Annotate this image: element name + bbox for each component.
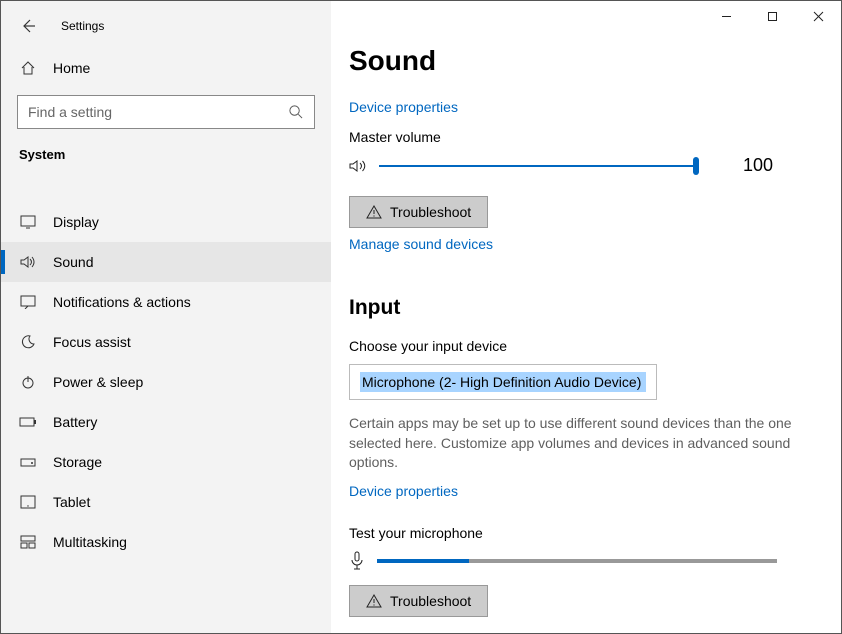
speaker-icon	[349, 158, 371, 174]
category-header: System	[1, 147, 331, 174]
sidebar-item-label: Display	[53, 214, 99, 230]
microphone-test-row	[349, 551, 805, 571]
display-icon	[19, 215, 37, 229]
notifications-icon	[19, 295, 37, 309]
sound-icon	[19, 255, 37, 269]
sidebar-item-battery[interactable]: Battery	[1, 402, 331, 442]
master-volume-label: Master volume	[349, 129, 805, 145]
minimize-button[interactable]	[703, 1, 749, 31]
multitasking-icon	[19, 535, 37, 549]
sidebar: Settings Home Find a setting System Disp…	[1, 1, 331, 633]
sidebar-item-sound[interactable]: Sound	[1, 242, 331, 282]
master-volume-slider[interactable]	[379, 157, 699, 175]
focus-assist-icon	[19, 334, 37, 350]
window-title: Settings	[61, 19, 104, 33]
titlebar-left: Settings	[1, 1, 331, 51]
search-icon	[288, 104, 304, 120]
sidebar-item-label: Multitasking	[53, 534, 127, 550]
input-device-selected: Microphone (2- High Definition Audio Dev…	[360, 372, 646, 392]
microphone-icon	[349, 551, 365, 571]
master-volume-value: 100	[743, 155, 773, 176]
main-area: Sound Device properties Master volume 10…	[331, 1, 841, 633]
sidebar-item-label: Storage	[53, 454, 102, 470]
back-button[interactable]	[17, 15, 39, 37]
window-controls	[331, 1, 841, 37]
device-properties-link-output[interactable]: Device properties	[349, 99, 458, 115]
sidebar-item-storage[interactable]: Storage	[1, 442, 331, 482]
troubleshoot-input-button[interactable]: Troubleshoot	[349, 585, 488, 617]
tablet-icon	[19, 495, 37, 509]
troubleshoot-label: Troubleshoot	[390, 204, 471, 220]
power-icon	[19, 374, 37, 390]
search-placeholder: Find a setting	[28, 104, 288, 120]
warning-icon	[366, 205, 382, 219]
home-icon	[19, 60, 37, 76]
storage-icon	[19, 456, 37, 468]
input-section-heading: Input	[349, 296, 805, 320]
sidebar-item-focus-assist[interactable]: Focus assist	[1, 322, 331, 362]
input-desc: Certain apps may be set up to use differ…	[349, 414, 805, 473]
input-device-select[interactable]: Microphone (2- High Definition Audio Dev…	[349, 364, 657, 400]
search-input[interactable]: Find a setting	[17, 95, 315, 129]
warning-icon	[366, 594, 382, 608]
sidebar-item-notifications[interactable]: Notifications & actions	[1, 282, 331, 322]
sidebar-item-display[interactable]: Display	[1, 202, 331, 242]
home-nav[interactable]: Home	[1, 51, 331, 85]
sidebar-item-tablet[interactable]: Tablet	[1, 482, 331, 522]
sidebar-item-label: Sound	[53, 254, 93, 270]
manage-sound-devices-link[interactable]: Manage sound devices	[349, 236, 493, 252]
choose-input-label: Choose your input device	[349, 338, 805, 354]
sidebar-item-label: Battery	[53, 414, 97, 430]
maximize-button[interactable]	[749, 1, 795, 31]
sidebar-item-multitasking[interactable]: Multitasking	[1, 522, 331, 562]
sidebar-item-label: Tablet	[53, 494, 90, 510]
master-volume-slider-row: 100	[349, 155, 805, 176]
troubleshoot-output-button[interactable]: Troubleshoot	[349, 196, 488, 228]
close-button[interactable]	[795, 1, 841, 31]
microphone-level-bar	[377, 559, 777, 563]
battery-icon	[19, 416, 37, 428]
sidebar-item-power-sleep[interactable]: Power & sleep	[1, 362, 331, 402]
test-microphone-label: Test your microphone	[349, 525, 805, 541]
device-properties-link-input[interactable]: Device properties	[349, 483, 458, 499]
sidebar-item-label: Power & sleep	[53, 374, 143, 390]
sidebar-item-label: Notifications & actions	[53, 294, 191, 310]
sidebar-item-label: Focus assist	[53, 334, 131, 350]
troubleshoot-label: Troubleshoot	[390, 593, 471, 609]
home-label: Home	[53, 60, 90, 76]
page-title: Sound	[349, 45, 805, 77]
